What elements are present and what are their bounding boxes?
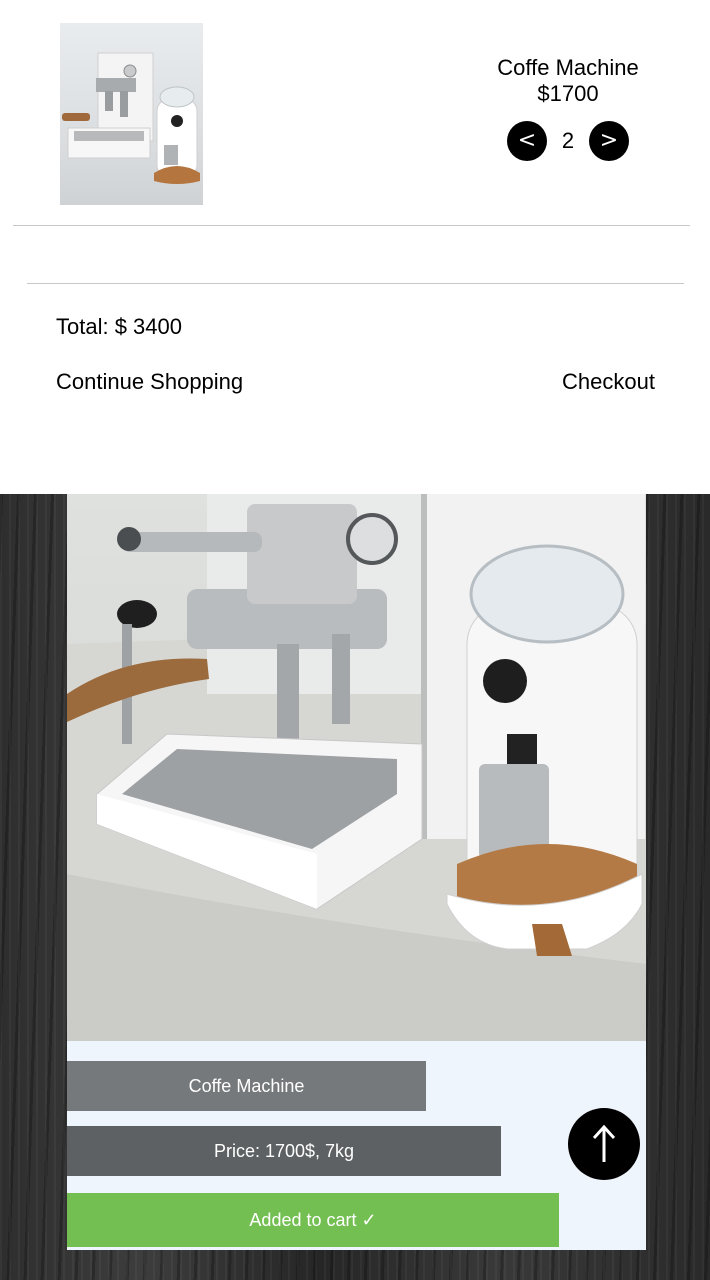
quantity-stepper: < 2 > <box>470 121 666 161</box>
product-card: Coffe Machine Price: 1700$, 7kg Added to… <box>67 494 646 1250</box>
product-details: Price: 1700$, 7kg <box>67 1126 501 1176</box>
checkout-link[interactable]: Checkout <box>562 369 655 395</box>
product-thumbnail <box>60 23 203 205</box>
increment-button[interactable]: > <box>589 121 629 161</box>
cart-panel: Coffe Machine $1700 < 2 > Total: $ 3400 … <box>0 0 710 494</box>
espresso-machine-photo <box>67 494 646 1041</box>
add-to-cart-button[interactable]: Added to cart ✓ <box>67 1193 559 1247</box>
continue-shopping-link[interactable]: Continue Shopping <box>56 369 243 395</box>
scroll-to-top-button[interactable] <box>568 1108 640 1180</box>
product-name: Coffe Machine <box>67 1061 426 1111</box>
product-photo <box>67 494 646 1041</box>
arrow-up-icon <box>592 1124 616 1162</box>
cart-total: Total: $ 3400 <box>56 314 182 339</box>
cart-item-info: Coffe Machine $1700 < 2 > <box>470 55 666 161</box>
divider <box>13 225 690 226</box>
espresso-machine-image <box>62 52 200 184</box>
cart-item-name: Coffe Machine <box>497 55 639 80</box>
cart-item-price: $1700 <box>537 81 599 106</box>
divider <box>27 283 684 284</box>
decrement-button[interactable]: < <box>507 121 547 161</box>
quantity-value: 2 <box>561 128 575 153</box>
cart-item: Coffe Machine $1700 < 2 > <box>0 0 710 226</box>
